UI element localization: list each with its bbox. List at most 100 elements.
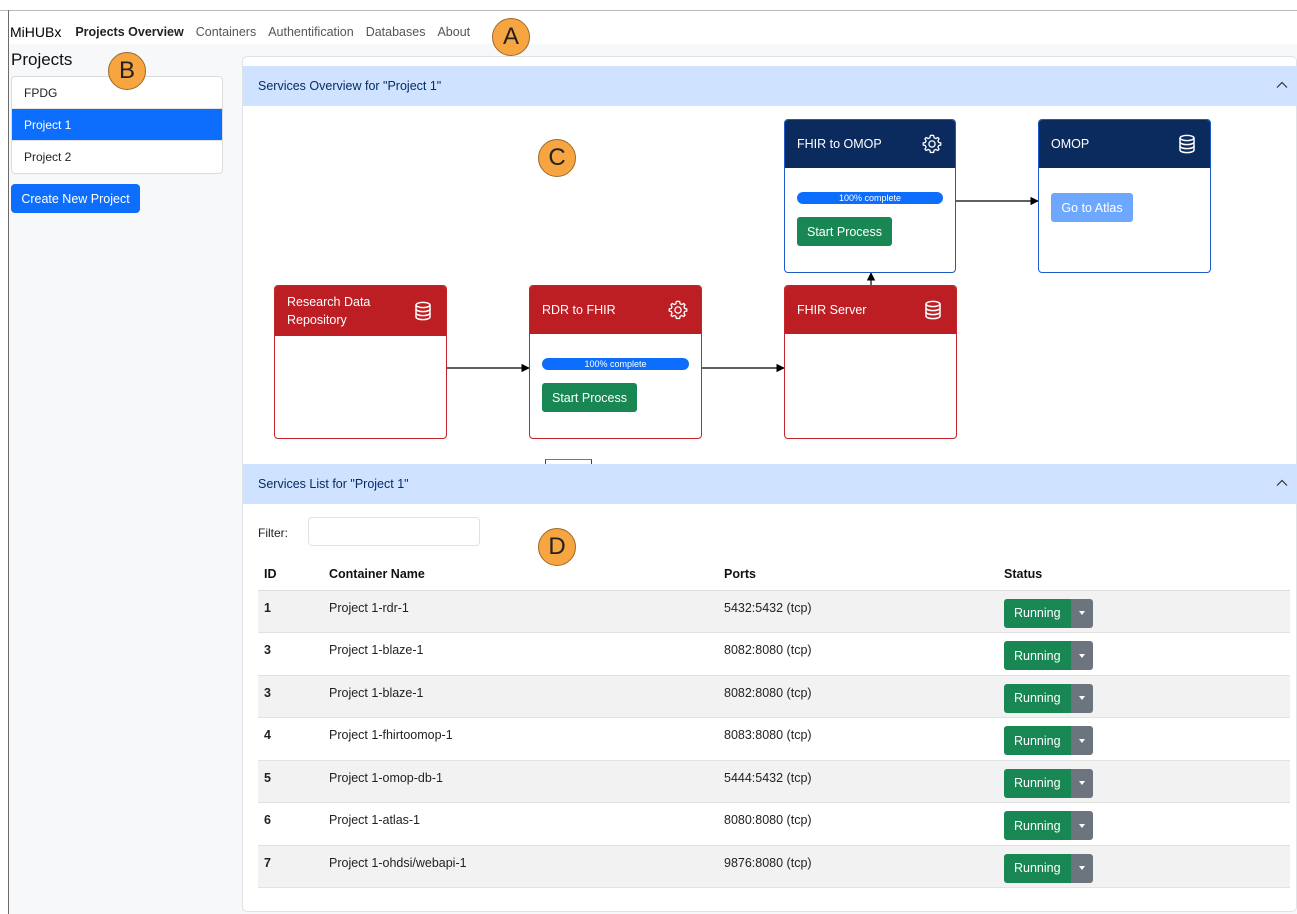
card-title: Research Data Repository bbox=[287, 295, 371, 327]
table-header-row: ID Container Name Ports Status bbox=[258, 559, 1290, 591]
table-row: 4 Project 1-fhirtoomop-1 8083:8080 (tcp)… bbox=[258, 717, 1290, 761]
brand-logo[interactable]: MiHUBx bbox=[10, 24, 61, 40]
dropdown-toggle[interactable] bbox=[1070, 683, 1093, 713]
service-card-fhir-to-omop: FHIR to OMOP 100% complete Start Process bbox=[784, 119, 956, 273]
dropdown-toggle[interactable] bbox=[1070, 853, 1093, 883]
project-item-project-1[interactable]: Project 1 bbox=[12, 109, 222, 141]
go-to-atlas-button[interactable]: Go to Atlas bbox=[1051, 193, 1133, 222]
cell-ports: 8083:8080 (tcp) bbox=[718, 717, 998, 761]
cell-id: 7 bbox=[258, 845, 323, 888]
table-row: 3 Project 1-blaze-1 8082:8080 (tcp) Runn… bbox=[258, 675, 1290, 718]
create-new-project-button[interactable]: Create New Project bbox=[11, 184, 140, 213]
gear-icon[interactable] bbox=[667, 299, 689, 321]
caret-down-icon bbox=[1078, 696, 1085, 700]
cell-container-name: Project 1-rdr-1 bbox=[323, 590, 718, 633]
status-button[interactable]: Running bbox=[1004, 768, 1071, 798]
service-card-omop: OMOP Go to Atlas bbox=[1038, 119, 1211, 273]
table-row: 1 Project 1-rdr-1 5432:5432 (tcp) Runnin… bbox=[258, 590, 1290, 633]
caret-down-icon bbox=[1078, 611, 1085, 615]
cell-id: 4 bbox=[258, 717, 323, 761]
cell-container-name: Project 1-ohdsi/webapi-1 bbox=[323, 845, 718, 888]
card-title: FHIR Server bbox=[797, 303, 867, 317]
chevron-up-icon[interactable] bbox=[1275, 476, 1289, 490]
annotation-marker-a: A bbox=[492, 18, 530, 56]
service-card-rdr-to-fhir: RDR to FHIR 100% complete Start Process bbox=[529, 285, 702, 439]
caret-down-icon bbox=[1078, 866, 1085, 870]
start-process-button[interactable]: Start Process bbox=[797, 217, 892, 246]
dropdown-toggle[interactable] bbox=[1070, 811, 1093, 840]
table-row: 7 Project 1-ohdsi/webapi-1 9876:8080 (tc… bbox=[258, 845, 1290, 888]
status-button[interactable]: Running bbox=[1004, 641, 1071, 670]
cell-status: Running bbox=[998, 675, 1290, 718]
cell-container-name: Project 1-blaze-1 bbox=[323, 632, 718, 676]
status-button[interactable]: Running bbox=[1004, 683, 1071, 713]
nav-projects-overview[interactable]: Projects Overview bbox=[75, 25, 183, 39]
cell-status: Running bbox=[998, 590, 1290, 633]
cell-container-name: Project 1-blaze-1 bbox=[323, 675, 718, 718]
gear-icon[interactable] bbox=[921, 133, 943, 155]
dropdown-toggle[interactable] bbox=[1070, 641, 1093, 670]
cell-ports: 8080:8080 (tcp) bbox=[718, 802, 998, 846]
cell-id: 6 bbox=[258, 802, 323, 846]
column-header-ports[interactable]: Ports bbox=[718, 559, 998, 591]
cell-ports: 8082:8080 (tcp) bbox=[718, 675, 998, 718]
filter-input[interactable] bbox=[308, 517, 480, 546]
annotation-marker-c: C bbox=[538, 139, 576, 177]
dropdown-toggle[interactable] bbox=[1070, 768, 1093, 798]
cell-ports: 8082:8080 (tcp) bbox=[718, 632, 998, 676]
status-button[interactable]: Running bbox=[1004, 598, 1071, 628]
column-header-id[interactable]: ID bbox=[258, 559, 323, 591]
status-button[interactable]: Running bbox=[1004, 853, 1071, 883]
services-overview-title: Services Overview for "Project 1" bbox=[258, 79, 442, 93]
cell-id: 5 bbox=[258, 760, 323, 803]
card-title: OMOP bbox=[1051, 137, 1090, 151]
nav-databases[interactable]: Databases bbox=[366, 25, 426, 39]
cell-status: Running bbox=[998, 845, 1290, 888]
status-dropdown: Running bbox=[1004, 853, 1093, 883]
nav-containers[interactable]: Containers bbox=[196, 25, 256, 39]
table-row: 3 Project 1-blaze-1 8082:8080 (tcp) Runn… bbox=[258, 632, 1290, 676]
caret-down-icon bbox=[1078, 738, 1085, 743]
cell-ports: 9876:8080 (tcp) bbox=[718, 845, 998, 888]
database-icon bbox=[1179, 134, 1195, 154]
status-dropdown: Running bbox=[1004, 726, 1093, 755]
status-dropdown: Running bbox=[1004, 811, 1093, 840]
cell-ports: 5444:5432 (tcp) bbox=[718, 760, 998, 803]
status-dropdown: Running bbox=[1004, 598, 1093, 628]
sidebar bbox=[9, 44, 233, 914]
dropdown-toggle[interactable] bbox=[1070, 726, 1093, 755]
caret-down-icon bbox=[1078, 823, 1085, 828]
card-header: FHIR Server bbox=[785, 286, 956, 334]
services-list-title: Services List for "Project 1" bbox=[258, 477, 409, 491]
card-header: RDR to FHIR bbox=[530, 286, 701, 334]
status-dropdown: Running bbox=[1004, 683, 1093, 713]
status-button[interactable]: Running bbox=[1004, 811, 1071, 840]
nav-about[interactable]: About bbox=[437, 25, 470, 39]
cell-status: Running bbox=[998, 717, 1290, 761]
start-process-button[interactable]: Start Process bbox=[542, 383, 637, 412]
column-header-container-name[interactable]: Container Name bbox=[323, 559, 718, 591]
cell-id: 1 bbox=[258, 590, 323, 633]
column-header-status[interactable]: Status bbox=[998, 559, 1290, 591]
annotation-marker-b: B bbox=[108, 52, 146, 90]
cell-container-name: Project 1-atlas-1 bbox=[323, 802, 718, 846]
database-icon bbox=[925, 300, 941, 320]
table-row: 5 Project 1-omop-db-1 5444:5432 (tcp) Ru… bbox=[258, 760, 1290, 803]
database-icon bbox=[415, 301, 431, 321]
cell-ports: 5432:5432 (tcp) bbox=[718, 590, 998, 633]
services-overview-header[interactable]: Services Overview for "Project 1" bbox=[243, 66, 1297, 106]
card-header: FHIR to OMOP bbox=[785, 120, 955, 168]
table-row: 6 Project 1-atlas-1 8080:8080 (tcp) Runn… bbox=[258, 802, 1290, 846]
nav-authentification[interactable]: Authentification bbox=[268, 25, 353, 39]
top-navbar: MiHUBx Projects Overview Containers Auth… bbox=[10, 20, 482, 44]
cell-id: 3 bbox=[258, 675, 323, 718]
dropdown-toggle[interactable] bbox=[1070, 598, 1093, 628]
project-item-project-2[interactable]: Project 2 bbox=[12, 141, 222, 173]
card-title: RDR to FHIR bbox=[542, 303, 616, 317]
status-dropdown: Running bbox=[1004, 768, 1093, 798]
card-header: Research Data Repository bbox=[275, 286, 446, 336]
chevron-up-icon[interactable] bbox=[1275, 78, 1289, 92]
services-list-header[interactable]: Services List for "Project 1" bbox=[243, 464, 1297, 504]
status-button[interactable]: Running bbox=[1004, 726, 1071, 755]
filter-label: Filter: bbox=[258, 526, 288, 540]
